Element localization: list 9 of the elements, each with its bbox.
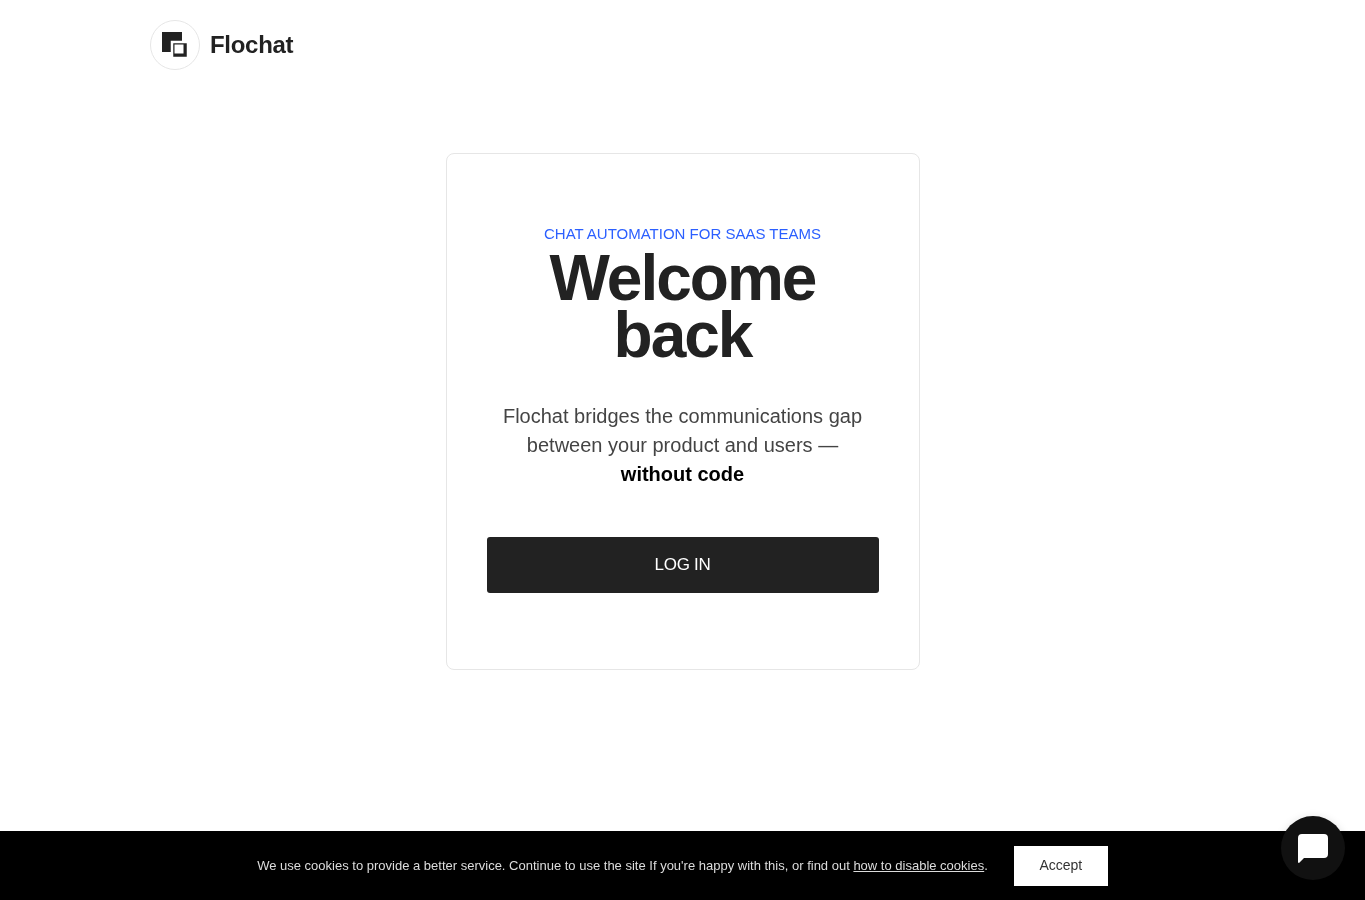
tagline: CHAT AUTOMATION FOR SAAS TEAMS: [544, 224, 821, 244]
cookie-notice: We use cookies to provide a better service. Continue to use the site If you're happy with this, or find out how to disable cookies.: [257, 856, 988, 875]
brand-name: Flochat: [210, 30, 294, 60]
logo-icon[interactable]: [150, 20, 200, 70]
login-button[interactable]: LOG IN: [486, 537, 879, 593]
description: Flochat bridges the communications gap between your product and users — without code: [501, 404, 864, 487]
chat-bubble-icon: [1298, 833, 1328, 863]
accept-button[interactable]: Accept: [1013, 845, 1108, 886]
welcome-heading: Welcome back: [548, 250, 817, 364]
